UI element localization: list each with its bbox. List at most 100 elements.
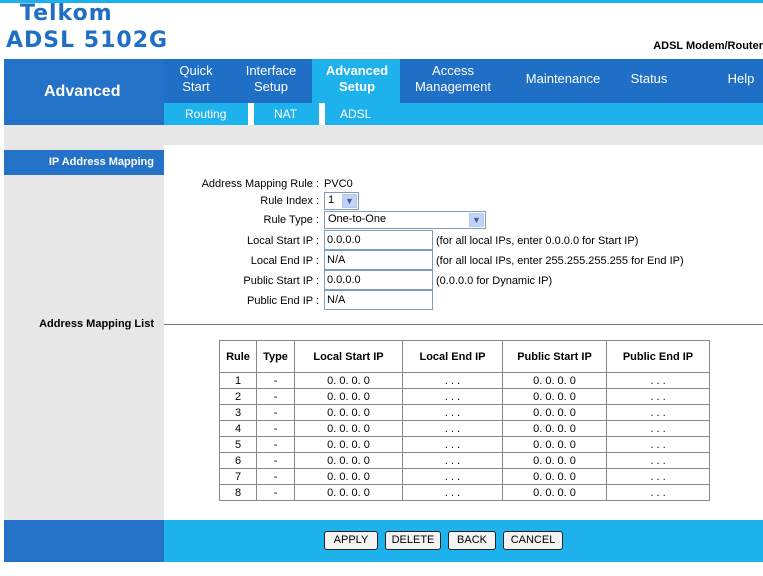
subtab-routing[interactable]: Routing <box>185 107 226 121</box>
table-row: 1-0. 0. 0. 0. . . 0. 0. 0. 0. . . <box>219 372 710 389</box>
table-body: 1-0. 0. 0. 0. . . 0. 0. 0. 0. . . 2-0. 0. … <box>219 372 710 501</box>
local-end-ip-label: Local End IP : <box>250 255 319 267</box>
cell-public-start-ip: 0. 0. 0. 0 <box>502 436 607 453</box>
cell-local-end-ip: . . . <box>402 484 503 501</box>
cell-local-start-ip: 0. 0. 0. 0 <box>294 484 403 501</box>
public-start-ip-input[interactable]: 0.0.0.0 <box>324 270 433 290</box>
tab-access-management[interactable]: Access Management <box>410 63 496 95</box>
delete-button[interactable]: DELETE <box>385 531 441 550</box>
address-mapping-rule-value: PVC0 <box>324 178 353 190</box>
cell-local-end-ip: . . . <box>402 404 503 421</box>
cell-local-start-ip: 0. 0. 0. 0 <box>294 436 403 453</box>
subtab-adsl[interactable]: ADSL <box>340 107 371 121</box>
cell-local-end-ip: . . . <box>402 452 503 469</box>
table-header-row: Rule Type Local Start IP Local End IP Pu… <box>219 340 710 373</box>
table-row: 4-0. 0. 0. 0. . . 0. 0. 0. 0. . . <box>219 420 710 437</box>
public-end-ip-label: Public End IP : <box>247 295 319 307</box>
local-start-ip-hint: (for all local IPs, enter 0.0.0.0 for St… <box>436 235 639 247</box>
tab-label-line2: Setup <box>338 79 376 94</box>
table-row: 6-0. 0. 0. 0. . . 0. 0. 0. 0. . . <box>219 452 710 469</box>
cell-type: - <box>256 468 295 485</box>
cell-local-start-ip: 0. 0. 0. 0 <box>294 452 403 469</box>
tab-advanced-setup[interactable]: Advanced Setup <box>322 63 392 95</box>
cell-public-end-ip: . . . <box>606 452 710 469</box>
local-end-ip-hint: (for all local IPs, enter 255.255.255.25… <box>436 255 684 267</box>
header-gray-band <box>4 125 763 145</box>
tab-label-line1: Interface <box>245 63 297 78</box>
cell-type: - <box>256 452 295 469</box>
column-header-public-end-ip: Public End IP <box>606 340 710 373</box>
rule-type-label: Rule Type : <box>263 214 319 226</box>
public-start-ip-label: Public Start IP : <box>243 275 319 287</box>
address-mapping-table: Rule Type Local Start IP Local End IP Pu… <box>219 340 710 501</box>
product-type-label: ADSL Modem/Router <box>653 40 763 52</box>
cell-type: - <box>256 372 295 389</box>
cell-rule: 1 <box>219 372 257 389</box>
table-row: 7-0. 0. 0. 0. . . 0. 0. 0. 0. . . <box>219 468 710 485</box>
section-title-ip-address-mapping: IP Address Mapping <box>4 150 164 175</box>
back-button[interactable]: BACK <box>448 531 496 550</box>
cell-local-end-ip: . . . <box>402 372 503 389</box>
cell-local-end-ip: . . . <box>402 468 503 485</box>
tab-label-line2: Setup <box>254 79 288 94</box>
table-row: 8-0. 0. 0. 0. . . 0. 0. 0. 0. . . <box>219 484 710 501</box>
tab-help[interactable]: Help <box>724 71 758 87</box>
tab-label-line2: Management <box>415 79 491 94</box>
nav-section-title: Advanced <box>4 59 164 125</box>
cell-public-start-ip: 0. 0. 0. 0 <box>502 372 607 389</box>
rule-index-select[interactable]: 1 ▼ <box>324 192 359 210</box>
brand-logo-line1: Telkom <box>20 1 113 26</box>
tab-maintenance[interactable]: Maintenance <box>521 71 605 87</box>
column-header-type: Type <box>256 340 295 373</box>
cell-local-end-ip: . . . <box>402 436 503 453</box>
local-start-ip-label: Local Start IP : <box>247 235 319 247</box>
tab-quick-start[interactable]: Quick Start <box>178 63 214 95</box>
apply-button[interactable]: APPLY <box>324 531 378 550</box>
table-row: 3-0. 0. 0. 0. . . 0. 0. 0. 0. . . <box>219 404 710 421</box>
cell-type: - <box>256 388 295 405</box>
tab-label-line1: Quick <box>179 63 213 78</box>
public-start-ip-hint: (0.0.0.0 for Dynamic IP) <box>436 275 553 287</box>
tab-status[interactable]: Status <box>628 71 670 87</box>
cell-type: - <box>256 484 295 501</box>
local-start-ip-input[interactable]: 0.0.0.0 <box>324 230 433 250</box>
column-header-local-start-ip: Local Start IP <box>294 340 403 373</box>
cell-public-start-ip: 0. 0. 0. 0 <box>502 484 607 501</box>
subtab-separator <box>319 103 325 125</box>
top-accent-bar <box>0 0 763 3</box>
chevron-down-icon: ▼ <box>469 213 484 227</box>
cell-public-end-ip: . . . <box>606 468 710 485</box>
column-header-rule: Rule <box>219 340 257 373</box>
cell-public-start-ip: 0. 0. 0. 0 <box>502 388 607 405</box>
local-end-ip-input[interactable]: N/A <box>324 250 433 270</box>
tab-label-line2: Start <box>182 79 210 94</box>
cell-public-end-ip: . . . <box>606 372 710 389</box>
rule-type-selected: One-to-One <box>328 213 387 225</box>
cell-public-start-ip: 0. 0. 0. 0 <box>502 468 607 485</box>
cell-public-end-ip: . . . <box>606 484 710 501</box>
rule-index-label: Rule Index : <box>260 195 319 207</box>
cell-rule: 2 <box>219 388 257 405</box>
cell-public-end-ip: . . . <box>606 436 710 453</box>
tab-label-line1: Advanced <box>325 63 389 78</box>
cell-public-start-ip: 0. 0. 0. 0 <box>502 420 607 437</box>
address-mapping-rule-label: Address Mapping Rule : <box>201 178 319 190</box>
rule-type-select[interactable]: One-to-One ▼ <box>324 211 486 229</box>
cell-rule: 6 <box>219 452 257 469</box>
cell-type: - <box>256 436 295 453</box>
cell-rule: 4 <box>219 420 257 437</box>
brand-logo-line2: ADSL 5102G <box>6 28 169 53</box>
column-header-local-end-ip: Local End IP <box>402 340 503 373</box>
cell-public-start-ip: 0. 0. 0. 0 <box>502 452 607 469</box>
cell-local-end-ip: . . . <box>402 420 503 437</box>
public-end-ip-input[interactable]: N/A <box>324 290 433 310</box>
cell-rule: 7 <box>219 468 257 485</box>
subtab-nat[interactable]: NAT <box>274 107 297 121</box>
cell-public-end-ip: . . . <box>606 420 710 437</box>
cell-rule: 3 <box>219 404 257 421</box>
cancel-button[interactable]: CANCEL <box>503 531 563 550</box>
tab-interface-setup[interactable]: Interface Setup <box>242 63 300 95</box>
cell-rule: 5 <box>219 436 257 453</box>
cell-local-start-ip: 0. 0. 0. 0 <box>294 420 403 437</box>
sub-nav-bar: Routing NAT ADSL <box>164 103 763 125</box>
